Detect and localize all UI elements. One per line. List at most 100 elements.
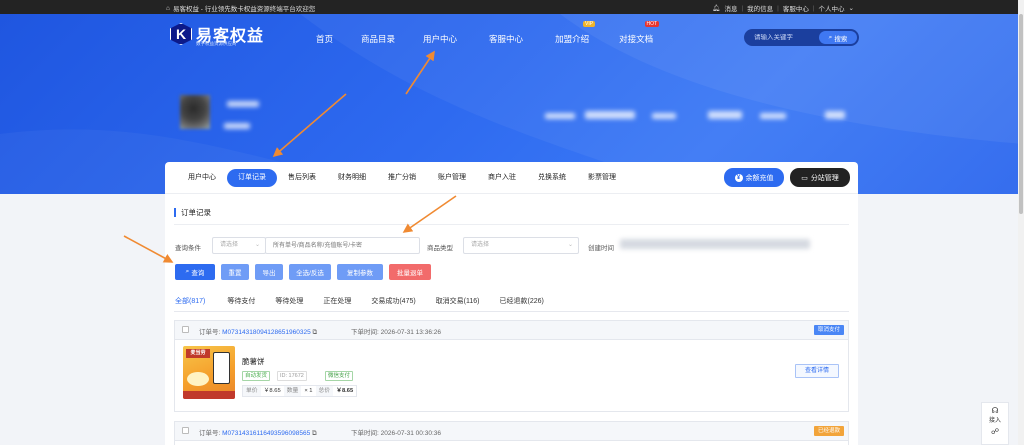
product-type-select[interactable]: 请选择 ⌄ bbox=[463, 237, 579, 254]
bell-icon[interactable]: 🔔︎ bbox=[712, 4, 720, 12]
copy-icon[interactable]: ⧉ bbox=[312, 430, 317, 437]
poster-brand: 麦当劳 bbox=[186, 349, 210, 358]
station-manage-button[interactable]: ▭ 分站管理 bbox=[790, 168, 850, 187]
coin-icon: ¥ bbox=[734, 173, 743, 182]
nav-item-user-center[interactable]: 用户中心 bbox=[423, 33, 457, 45]
search-icon: ⌕ bbox=[185, 268, 190, 275]
side-service-widget[interactable]: ☊ 接入 ☍ bbox=[981, 402, 1009, 445]
status-tab-success[interactable]: 交易成功(475) bbox=[371, 296, 415, 312]
product-name: 脆薯饼 bbox=[242, 357, 265, 366]
top-bar: ⌂ 易客权益 - 行业领先数卡权益资源终端平台欢迎您 🔔︎ 消息 | 我的信息 … bbox=[0, 0, 1024, 14]
unit-price-label: 单价 bbox=[243, 386, 261, 396]
user-tabs: 用户中心 订单记录 售后列表 财务明细 推广分销 账户管理 商户入驻 兑换系统 … bbox=[177, 169, 627, 187]
view-details-button[interactable]: 查看详情 bbox=[795, 364, 839, 378]
redacted-stat-1 bbox=[545, 113, 575, 119]
headset-icon: ☊ bbox=[991, 406, 999, 415]
redacted-username bbox=[227, 101, 259, 107]
reset-button[interactable]: 重置 bbox=[221, 264, 249, 280]
tab-order-records[interactable]: 订单记录 bbox=[227, 169, 277, 187]
tab-user-center[interactable]: 用户中心 bbox=[177, 169, 227, 187]
vip-badge: VIP bbox=[583, 21, 596, 27]
nav-item-service-center[interactable]: 客服中心 bbox=[489, 33, 523, 45]
poster-footer bbox=[183, 391, 235, 399]
order-time-label: 下单时间: bbox=[351, 329, 379, 336]
tab-movie-tickets[interactable]: 影票管理 bbox=[577, 169, 627, 187]
keyword-input[interactable] bbox=[265, 237, 420, 254]
search-input[interactable] bbox=[744, 34, 820, 41]
logo-slogan: 数字权益资源供应商 bbox=[196, 41, 237, 46]
unit-price-value: ￥8.65 bbox=[263, 388, 281, 394]
tab-finance[interactable]: 财务明细 bbox=[327, 169, 377, 187]
nav-item-franchise[interactable]: 加盟介绍 VIP bbox=[555, 21, 596, 45]
phone-graphic bbox=[213, 352, 230, 384]
query-button[interactable]: ⌕ 查询 bbox=[175, 264, 215, 280]
order-number-value[interactable]: M07314318094128651960325 bbox=[222, 329, 311, 336]
batch-refund-button[interactable]: 批量退单 bbox=[389, 264, 431, 280]
status-tab-refunded[interactable]: 已经退款(226) bbox=[500, 296, 544, 312]
search-box: ⌕ 搜索 bbox=[744, 29, 859, 46]
query-condition-label: 查询条件 bbox=[175, 245, 201, 252]
order-checkbox[interactable] bbox=[182, 326, 189, 333]
nav-item-api-docs[interactable]: 对接文档 HOT bbox=[619, 21, 660, 45]
tab-account[interactable]: 账户管理 bbox=[427, 169, 477, 187]
status-badge: 已经退款 bbox=[813, 426, 844, 436]
search-button[interactable]: ⌕ 搜索 bbox=[819, 31, 857, 44]
topbar-link-service[interactable]: 客服中心 bbox=[783, 3, 809, 13]
section-title: 订单记录 bbox=[174, 208, 211, 217]
status-tab-all[interactable]: 全部(817) bbox=[175, 296, 206, 312]
scrollbar-thumb[interactable] bbox=[1019, 14, 1023, 214]
status-tab-cancelled[interactable]: 取消交易(116) bbox=[436, 296, 480, 312]
product-thumbnail[interactable]: 麦当劳 bbox=[183, 346, 235, 399]
monitor-icon: ▭ bbox=[801, 174, 808, 182]
tab-promotion[interactable]: 推广分销 bbox=[377, 169, 427, 187]
nav-item-home[interactable]: 首页 bbox=[316, 33, 333, 45]
hot-badge: HOT bbox=[644, 21, 660, 27]
query-condition-select[interactable]: 请选择 ⌄ bbox=[212, 237, 266, 254]
order-time-value: 2026-07-31 00:30:36 bbox=[380, 430, 441, 437]
tab-after-sales[interactable]: 售后列表 bbox=[277, 169, 327, 187]
site-logo[interactable]: K 易客权益 数字权益资源供应商 bbox=[170, 22, 264, 46]
nav-item-franchise-label: 加盟介绍 bbox=[555, 34, 590, 44]
order-time-label: 下单时间: bbox=[351, 430, 379, 437]
redacted-stat-2 bbox=[585, 111, 635, 119]
order-checkbox[interactable] bbox=[182, 427, 189, 434]
order-number-label: 订单号: bbox=[199, 430, 221, 437]
redacted-stat-5 bbox=[760, 113, 786, 119]
nav-item-catalog[interactable]: 商品目录 bbox=[361, 33, 395, 45]
topbar-link-personal-center[interactable]: 个人中心 bbox=[819, 3, 845, 13]
status-tab-awaiting-processing[interactable]: 等待处理 bbox=[275, 296, 303, 312]
tab-exchange[interactable]: 兑换系统 bbox=[527, 169, 577, 187]
total-value: ￥8.65 bbox=[336, 388, 354, 394]
copy-params-button[interactable]: 复制参数 bbox=[337, 264, 383, 280]
food-graphic bbox=[187, 372, 209, 386]
status-tab-processing[interactable]: 正在处理 bbox=[323, 296, 351, 312]
divider bbox=[174, 311, 849, 312]
page-scrollbar[interactable] bbox=[1018, 0, 1024, 445]
topbar-link-my-info[interactable]: 我的信息 bbox=[747, 3, 773, 13]
order-number-value[interactable]: M07314316116493596098565 bbox=[222, 430, 310, 437]
divider bbox=[174, 224, 849, 225]
create-time-range[interactable] bbox=[620, 239, 810, 249]
export-button[interactable]: 导出 bbox=[255, 264, 283, 280]
redacted-user-level bbox=[224, 123, 250, 129]
redacted-stat-4 bbox=[708, 111, 742, 119]
tab-merchant[interactable]: 商户入驻 bbox=[477, 169, 527, 187]
site-welcome: 易客权益 - 行业领先数卡权益资源终端平台欢迎您 bbox=[172, 6, 316, 13]
recharge-button-label: 余额充值 bbox=[745, 174, 774, 182]
chat-icon[interactable]: ☍ bbox=[982, 427, 1008, 436]
redacted-stat-6 bbox=[825, 111, 845, 119]
logo-k-icon: K bbox=[170, 23, 192, 45]
total-label: 总价 bbox=[315, 386, 334, 396]
copy-icon[interactable]: ⧉ bbox=[313, 329, 318, 336]
chevron-down-icon[interactable]: ⌄ bbox=[849, 4, 854, 12]
status-tab-awaiting-payment[interactable]: 等待支付 bbox=[227, 296, 255, 312]
search-button-label: 搜索 bbox=[834, 35, 848, 43]
order-number: 订单号: M07314318094128651960325 ⧉ bbox=[199, 326, 317, 337]
select-all-button[interactable]: 全选/反选 bbox=[289, 264, 331, 280]
home-icon[interactable]: ⌂ bbox=[166, 5, 170, 12]
station-manage-label: 分站管理 bbox=[810, 174, 839, 182]
product-type-value: 请选择 bbox=[471, 242, 490, 248]
recharge-button[interactable]: ¥ 余额充值 bbox=[724, 168, 784, 187]
topbar-link-messages[interactable]: 消息 bbox=[724, 3, 737, 13]
user-center-card: 用户中心 订单记录 售后列表 财务明细 推广分销 账户管理 商户入驻 兑换系统 … bbox=[165, 162, 858, 445]
